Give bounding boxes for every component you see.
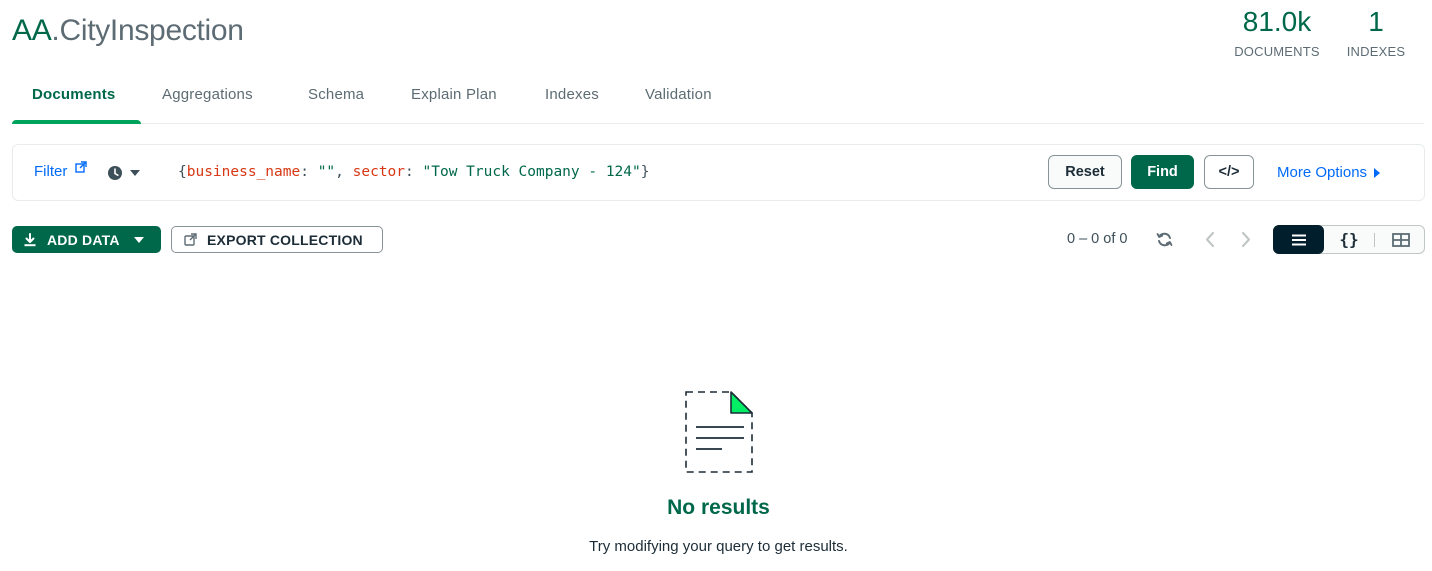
list-view-button[interactable] [1273,225,1324,254]
export-icon [184,233,197,246]
query-value-sector: "Tow Truck Company - 124" [422,164,641,180]
refresh-icon[interactable] [1156,231,1173,248]
code-view-button[interactable]: </> [1204,155,1254,189]
query-value-business-name: "" [317,164,336,180]
tab-validation[interactable]: Validation [645,86,712,103]
reset-button[interactable]: Reset [1048,155,1122,189]
empty-state-title: No results [667,496,770,519]
tab-indexes[interactable]: Indexes [545,86,599,103]
tab-explain-plan[interactable]: Explain Plan [411,86,497,103]
chevron-down-icon [133,236,144,243]
tab-aggregations[interactable]: Aggregations [162,86,253,103]
query-bar: Filter {business_name: "", sector: "Tow … [12,144,1425,201]
download-icon [24,232,36,246]
empty-state-subtitle: Try modifying your query to get results. [589,538,848,555]
table-view-icon [1391,232,1410,247]
indexes-stat: 1 INDEXES [1344,6,1408,59]
query-colon: : [300,164,318,180]
add-data-label: ADD DATA [47,231,120,248]
find-button[interactable]: Find [1131,155,1194,189]
query-key-business-name: business_name [186,164,301,180]
collection-title: AA.CityInspection [12,14,244,48]
database-name: AA [12,14,52,47]
empty-document-icon [685,391,753,473]
collection-tabs: Documents Aggregations Schema Explain Pl… [12,80,1424,124]
tab-documents[interactable]: Documents [32,86,115,103]
filter-label[interactable]: Filter [34,163,67,180]
history-dropdown-caret[interactable] [130,170,140,176]
collection-name: CityInspection [59,14,244,47]
list-view-icon [1291,234,1306,245]
query-brace-close: } [640,164,650,180]
external-link-icon[interactable] [75,161,87,173]
json-view-button[interactable]: {} [1324,225,1374,254]
documents-count: 81.0k [1242,6,1312,37]
documents-label: DOCUMENTS [1234,44,1320,59]
active-tab-indicator [12,120,141,124]
query-key-sector: sector [352,164,406,180]
more-options-label: More Options [1277,164,1368,181]
query-colon: : [405,164,423,180]
table-view-button[interactable] [1375,225,1426,254]
export-collection-button[interactable]: EXPORT COLLECTION [171,226,383,253]
chevron-right-icon[interactable] [1239,231,1253,248]
view-toggle: {} [1273,225,1425,254]
history-clock-icon[interactable] [107,165,123,181]
tab-schema[interactable]: Schema [308,86,364,103]
chevron-left-icon[interactable] [1203,231,1217,248]
add-data-button[interactable]: ADD DATA [12,226,161,253]
query-comma: , [335,164,353,180]
query-input[interactable]: {business_name: "", sector: "Tow Truck C… [178,164,649,180]
caret-right-icon [1374,167,1381,178]
query-brace-open: { [178,164,187,180]
more-options-button[interactable]: More Options [1277,164,1381,181]
documents-stat: 81.0k DOCUMENTS [1229,6,1325,59]
indexes-count: 1 [1368,6,1384,37]
indexes-label: INDEXES [1346,44,1406,59]
export-collection-label: EXPORT COLLECTION [207,231,363,248]
pagination-range: 0 – 0 of 0 [1067,231,1128,247]
